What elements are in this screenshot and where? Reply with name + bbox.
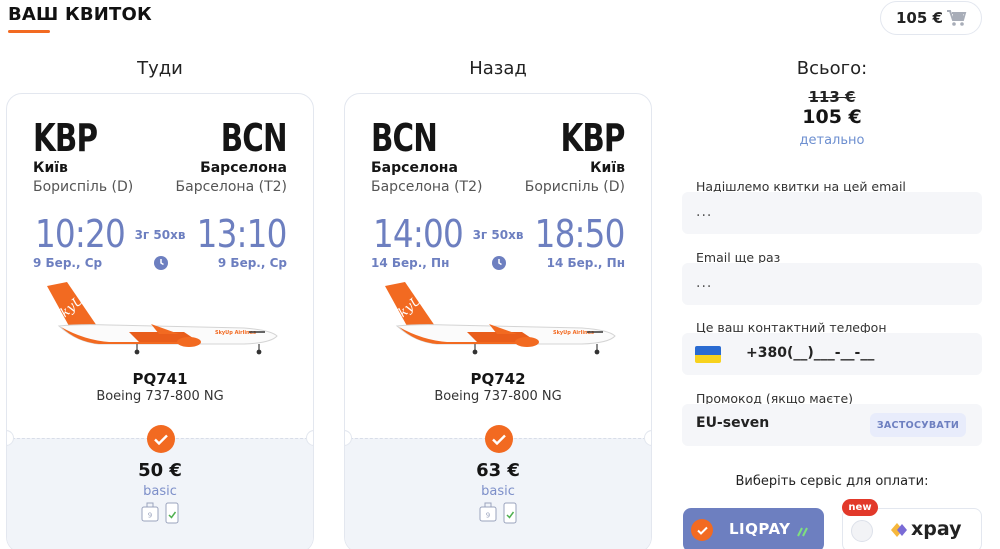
selected-check-icon xyxy=(691,519,713,541)
personal-item-icon xyxy=(503,502,517,528)
return-title: Назад xyxy=(469,58,527,79)
clock-icon xyxy=(154,255,168,274)
return-flight-card[interactable]: BCN KBP Барселона Київ Барселона (T2) Бо… xyxy=(344,93,652,549)
liqpay-label: LIQPAY xyxy=(729,520,791,538)
suitcase-icon: 9 xyxy=(141,502,159,528)
destination-city: Київ xyxy=(590,160,625,176)
baggage-icons: 9 xyxy=(7,502,313,528)
fare-price: 63 € xyxy=(476,460,520,481)
details-link[interactable]: детально xyxy=(682,133,982,148)
liqpay-option[interactable]: LIQPAY xyxy=(683,508,824,549)
svg-text:9: 9 xyxy=(486,512,490,520)
clock-icon xyxy=(492,255,506,274)
destination-airport: Барселона (T2) xyxy=(175,179,287,195)
email-repeat-field[interactable]: ... xyxy=(682,263,982,305)
title-underline xyxy=(8,30,50,33)
apply-promo-button[interactable]: ЗАСТОСУВАТИ xyxy=(870,413,966,437)
svg-text:9: 9 xyxy=(148,512,152,520)
fare-class: basic xyxy=(143,484,177,499)
email-value: ... xyxy=(696,204,713,220)
new-badge: new xyxy=(842,499,878,516)
airplane-image: SkyUp SkyUp Airlines xyxy=(39,280,279,362)
page-title: ВАШ КВИТОК xyxy=(8,4,152,25)
email-field[interactable]: ... xyxy=(682,192,982,234)
destination-airport: Бориспіль (D) xyxy=(524,179,625,195)
flight-duration: 3г 50хв xyxy=(472,228,524,242)
svg-text:SkyUp Airlines: SkyUp Airlines xyxy=(553,330,594,336)
destination-code: KBP xyxy=(560,116,626,160)
xpay-label: xpay xyxy=(911,518,962,540)
departure-date: 9 Бер., Ср xyxy=(33,256,103,270)
fare-class: basic xyxy=(481,484,515,499)
arrival-date: 14 Бер., Пн xyxy=(546,256,625,270)
departure-date: 14 Бер., Пн xyxy=(371,256,450,270)
flight-number: PQ742 xyxy=(470,370,526,388)
destination-city: Барселона xyxy=(200,160,287,176)
promo-field[interactable]: EU-seven ЗАСТОСУВАТИ xyxy=(682,404,982,446)
aircraft-type: Boeing 737-800 NG xyxy=(434,389,562,404)
arrival-date: 9 Бер., Ср xyxy=(217,256,287,270)
svg-text:SkyUp Airlines: SkyUp Airlines xyxy=(215,330,256,336)
origin-code: KBP xyxy=(33,116,98,160)
fare-price: 50 € xyxy=(138,460,182,481)
cart-button[interactable]: 105 € xyxy=(880,1,982,35)
origin-code: BCN xyxy=(371,116,438,160)
origin-airport: Бориспіль (D) xyxy=(33,179,134,195)
email-repeat-value: ... xyxy=(696,275,713,291)
cart-icon xyxy=(947,10,967,31)
phone-value: +380(__)___-__-__ xyxy=(746,345,875,361)
baggage-icons: 9 xyxy=(345,502,651,528)
liqpay-logo-icon xyxy=(797,522,809,541)
payment-label: Виберіть сервіс для оплати: xyxy=(735,474,929,489)
aircraft-type: Boeing 737-800 NG xyxy=(96,389,224,404)
old-price: 113 € xyxy=(808,88,856,106)
origin-city: Київ xyxy=(33,160,68,176)
suitcase-icon: 9 xyxy=(479,502,497,528)
xpay-logo-icon xyxy=(889,521,909,543)
cart-price: 105 € xyxy=(896,9,943,27)
radio-button[interactable] xyxy=(851,520,873,542)
personal-item-icon xyxy=(165,502,179,528)
total-title: Всього: xyxy=(796,58,868,79)
outbound-title: Туди xyxy=(137,58,183,79)
ukraine-flag-icon[interactable] xyxy=(695,346,721,363)
flight-duration: 3г 50хв xyxy=(134,228,186,242)
outbound-flight-card[interactable]: KBP BCN Київ Барселона Бориспіль (D) Бар… xyxy=(6,93,314,549)
promo-value: EU-seven xyxy=(696,415,770,431)
total-price: 105 € xyxy=(802,106,862,128)
selected-check-icon xyxy=(147,425,175,453)
origin-airport: Барселона (T2) xyxy=(371,179,483,195)
airplane-image: SkyUp SkyUp Airlines xyxy=(377,280,617,362)
origin-city: Барселона xyxy=(371,160,458,176)
flight-number: PQ741 xyxy=(132,370,188,388)
destination-code: BCN xyxy=(220,116,288,160)
selected-check-icon xyxy=(485,425,513,453)
phone-field[interactable]: +380(__)___-__-__ xyxy=(682,333,982,375)
